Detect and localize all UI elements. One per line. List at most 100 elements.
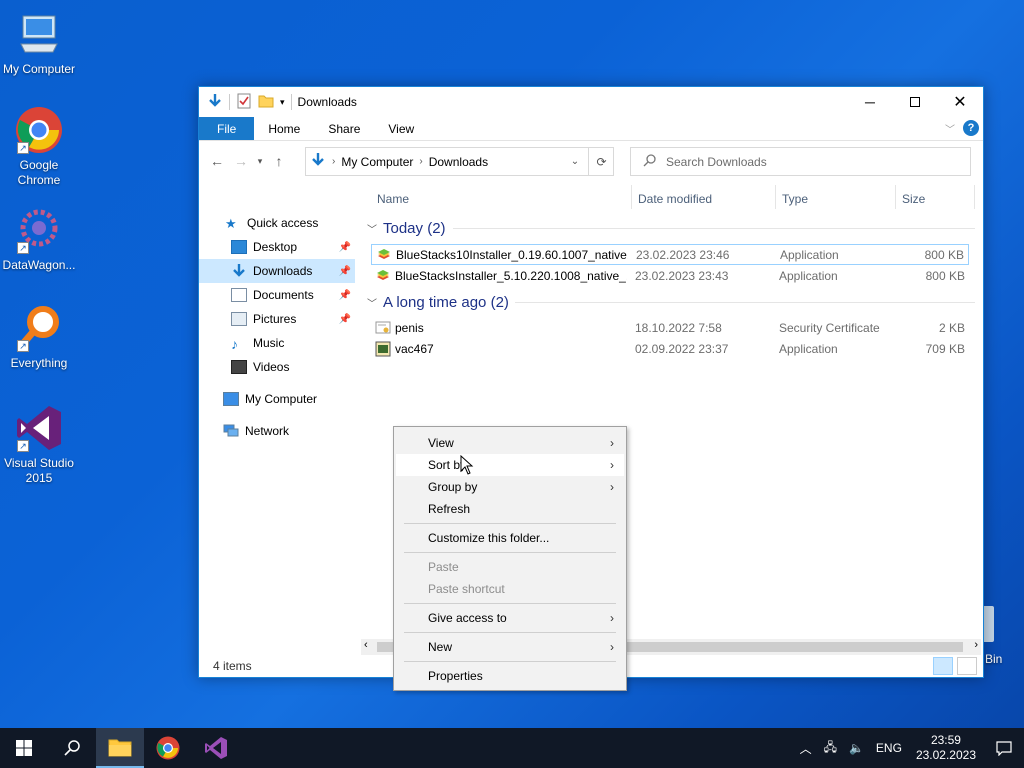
column-divider[interactable] <box>631 185 632 209</box>
scroll-left-arrow-icon[interactable]: ‹ <box>364 639 368 651</box>
breadcrumb-separator-icon[interactable]: › <box>332 156 335 167</box>
expand-ribbon-chevron-icon[interactable]: ﹀ <box>945 121 955 136</box>
menu-item-view[interactable]: View › <box>396 432 624 454</box>
menu-item-customize-folder[interactable]: Customize this folder... <box>396 527 624 549</box>
menu-item-group-by[interactable]: Group by › <box>396 476 624 498</box>
downloads-icon <box>231 264 247 278</box>
submenu-arrow-icon: › <box>610 458 614 472</box>
computer-icon <box>223 392 239 406</box>
close-icon: ✕ <box>953 94 967 111</box>
taskbar-file-explorer[interactable] <box>96 728 144 768</box>
nav-item-desktop[interactable]: Desktop 📌 <box>199 235 355 259</box>
column-header-name[interactable]: Name <box>377 188 409 210</box>
up-arrow-icon[interactable]: ↑ <box>267 153 291 169</box>
breadcrumb-downloads[interactable]: Downloads <box>429 155 488 169</box>
nav-network[interactable]: Network <box>199 419 355 443</box>
nav-item-pictures[interactable]: Pictures 📌 <box>199 307 355 331</box>
nav-item-music[interactable]: ♪ Music <box>199 331 355 355</box>
shortcut-arrow-icon: ↗ <box>17 440 29 452</box>
desktop-icon-datawagon[interactable]: ↗ DataWagon... <box>0 206 78 273</box>
desktop-icon-google-chrome[interactable]: ↗ Google Chrome <box>0 106 78 188</box>
search-button[interactable] <box>48 728 96 768</box>
forward-arrow-icon[interactable]: → <box>229 153 253 169</box>
everything-search-icon: ↗ <box>15 304 63 352</box>
menu-item-refresh[interactable]: Refresh <box>396 498 624 520</box>
taskbar-google-chrome[interactable] <box>144 728 192 768</box>
column-divider[interactable] <box>775 185 776 209</box>
nav-item-documents[interactable]: Documents 📌 <box>199 283 355 307</box>
action-center-icon[interactable] <box>984 740 1024 756</box>
back-arrow-icon[interactable]: ← <box>205 153 229 169</box>
pin-icon[interactable]: 📌 <box>339 290 351 301</box>
desktop-icon-everything[interactable]: ↗ Everything <box>0 304 78 371</box>
item-count: 4 items <box>213 659 252 673</box>
network-icon[interactable]: 🖧 <box>818 738 843 759</box>
taskbar-visual-studio[interactable] <box>192 728 240 768</box>
desktop-icon-label: Everything <box>10 356 68 370</box>
help-icon[interactable]: ? <box>963 120 979 136</box>
menu-item-paste-shortcut[interactable]: Paste shortcut <box>396 578 624 600</box>
show-hidden-icons-chevron-icon[interactable]: ︿ <box>794 740 818 757</box>
input-language[interactable]: ENG <box>870 741 908 755</box>
menu-item-new[interactable]: New › <box>396 636 624 658</box>
recent-locations-chevron-icon[interactable]: ▾ <box>253 156 267 167</box>
tab-view[interactable]: View <box>374 117 428 140</box>
column-header-type[interactable]: Type <box>782 188 808 210</box>
pin-icon[interactable]: 📌 <box>339 266 351 277</box>
file-row[interactable]: vac467 02.09.2022 23:37 Application 709 … <box>371 338 969 359</box>
bluestacks-app-icon <box>376 247 392 263</box>
file-row[interactable]: BlueStacksInstaller_5.10.220.1008_native… <box>371 265 969 286</box>
collapse-chevron-icon[interactable]: ﹀ <box>367 295 377 310</box>
column-header-size[interactable]: Size <box>902 188 925 210</box>
menu-item-paste[interactable]: Paste <box>396 556 624 578</box>
nav-item-videos[interactable]: Videos <box>199 355 355 379</box>
pin-icon[interactable]: 📌 <box>339 242 351 253</box>
address-history-dropdown-icon[interactable]: ⌄ <box>563 147 587 176</box>
refresh-icon[interactable]: ⟳ <box>588 147 614 176</box>
column-divider[interactable] <box>895 185 896 209</box>
tab-file[interactable]: File <box>199 117 255 140</box>
column-header-date-modified[interactable]: Date modified <box>638 188 712 210</box>
menu-item-properties[interactable]: Properties <box>396 665 624 687</box>
menu-item-sort-by[interactable]: Sort by › <box>396 454 624 476</box>
properties-checklist-icon[interactable] <box>236 93 252 112</box>
large-icons-view-icon[interactable] <box>957 657 977 675</box>
file-row[interactable]: penis 18.10.2022 7:58 Security Certifica… <box>371 317 969 338</box>
submenu-arrow-icon: › <box>610 611 614 625</box>
customize-toolbar-dropdown-icon[interactable]: ▾ <box>280 97 285 108</box>
breadcrumb-my-computer[interactable]: My Computer <box>341 155 413 169</box>
bluestacks-app-icon <box>375 268 391 284</box>
nav-quick-access[interactable]: ★ Quick access <box>199 211 355 235</box>
file-row[interactable]: BlueStacks10Installer_0.19.60.1007_nativ… <box>371 244 969 265</box>
visual-studio-icon <box>205 737 227 759</box>
search-box[interactable]: Search Downloads <box>630 147 971 176</box>
desktop-icon-my-computer[interactable]: My Computer <box>0 10 78 77</box>
group-header-today[interactable]: ﹀ Today (2) <box>367 218 446 238</box>
menu-separator <box>404 552 616 553</box>
start-button[interactable] <box>0 728 48 768</box>
volume-icon[interactable]: 🔈 <box>843 741 870 755</box>
collapse-chevron-icon[interactable]: ﹀ <box>367 221 377 236</box>
nav-item-downloads[interactable]: Downloads 📌 <box>199 259 355 283</box>
breadcrumb-separator-icon[interactable]: › <box>419 156 422 167</box>
maximize-button[interactable] <box>892 87 938 117</box>
scroll-right-arrow-icon[interactable]: › <box>974 639 978 651</box>
clock[interactable]: 23:59 23.02.2023 <box>908 733 984 763</box>
nav-this-pc[interactable]: My Computer <box>199 387 355 411</box>
tab-share[interactable]: Share <box>314 117 374 140</box>
menu-item-give-access-to[interactable]: Give access to › <box>396 607 624 629</box>
details-view-icon[interactable] <box>933 657 953 675</box>
title-bar[interactable]: ▾ Downloads ─ ✕ <box>199 87 983 117</box>
column-divider[interactable] <box>974 185 975 209</box>
group-header-long-time-ago[interactable]: ﹀ A long time ago (2) <box>367 292 509 312</box>
download-arrow-icon[interactable] <box>207 93 223 112</box>
desktop-icon-visual-studio[interactable]: ↗ Visual Studio 2015 <box>0 404 78 486</box>
pin-icon[interactable]: 📌 <box>339 314 351 325</box>
view-toggle <box>933 657 977 675</box>
menu-item-label: Refresh <box>428 502 471 516</box>
new-folder-icon[interactable] <box>258 93 274 112</box>
close-button[interactable]: ✕ <box>937 87 983 117</box>
pictures-icon <box>231 312 247 326</box>
minimize-button[interactable]: ─ <box>847 87 893 117</box>
tab-home[interactable]: Home <box>254 117 314 140</box>
